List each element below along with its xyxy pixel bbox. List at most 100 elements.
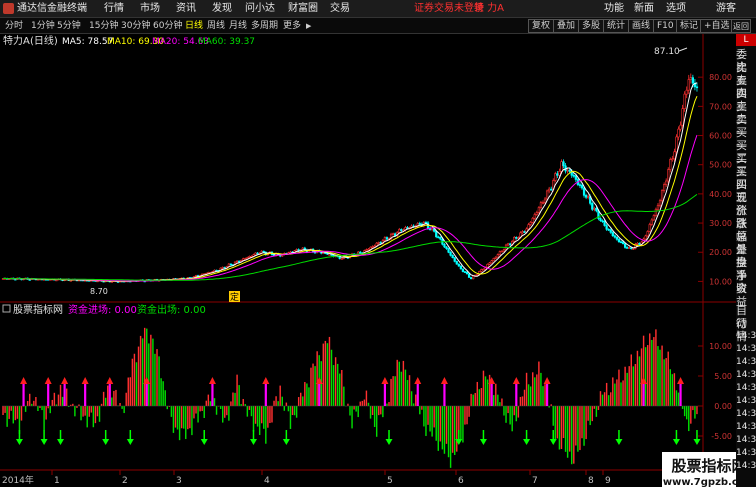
candle-body — [371, 246, 374, 248]
menu-item-2[interactable]: 资讯 — [176, 0, 196, 18]
sell-arrow-icon — [282, 439, 290, 445]
top-menu-0[interactable]: 功能 — [604, 0, 624, 18]
year-label: 2014年 — [2, 474, 34, 486]
candle-body — [365, 249, 368, 251]
candle-body — [459, 265, 462, 270]
period-tab-4[interactable]: 30分钟 — [121, 18, 150, 34]
period-tab-7[interactable]: 周线 — [207, 18, 225, 34]
toolbar-action-5[interactable]: F10 — [653, 19, 678, 33]
indicator-settings-icon[interactable] — [2, 304, 11, 313]
candle-body — [572, 175, 575, 177]
candle-body — [467, 273, 471, 278]
toolbar-action-8[interactable]: 返回 — [731, 19, 751, 33]
candle-body — [584, 195, 588, 198]
toolbar-action-4[interactable]: 画线 — [628, 19, 655, 33]
user-label[interactable]: 游客 — [716, 0, 736, 18]
sell-arrow-icon — [549, 439, 557, 445]
candle-body — [648, 224, 651, 232]
candle-body — [685, 89, 688, 95]
sell-arrow-icon — [479, 439, 487, 445]
period-tab-8[interactable]: 月线 — [229, 18, 247, 34]
toolbar-action-2[interactable]: 多股 — [578, 19, 605, 33]
month-label: 6 — [458, 476, 464, 486]
candle-body — [652, 215, 655, 221]
menu-item-6[interactable]: 交易 — [330, 0, 350, 18]
candle-body — [574, 175, 577, 180]
period-tab-10[interactable]: 更多 — [283, 18, 301, 34]
candle-body — [660, 190, 664, 202]
candle-body — [650, 219, 653, 225]
candle-body — [656, 204, 660, 210]
tick-item-8: 14:35 — [736, 409, 756, 419]
toolbar-action-0[interactable]: 复权 — [528, 19, 555, 33]
period-tab-0[interactable]: 分时 — [5, 18, 23, 34]
period-tab-1[interactable]: 1分钟 — [31, 18, 55, 34]
price-tick-label: 30.00 — [709, 219, 732, 228]
top-menu-2[interactable]: 选项 — [666, 0, 686, 18]
candle-body — [517, 237, 520, 239]
period-tab-6[interactable]: 日线 — [185, 18, 203, 34]
indicator-out-label: 资金出场: 0.00 — [137, 303, 206, 316]
price-tick-label: 50.00 — [709, 161, 732, 170]
buy-arrow-icon — [61, 377, 69, 384]
toolbar-action-3[interactable]: 统计 — [603, 19, 630, 33]
candle-body — [628, 247, 631, 249]
chart-area[interactable]: 特力A (日线) MA5: 78.57MA10: 69.30MA20: 54.6… — [0, 34, 736, 487]
candle-body — [496, 254, 499, 258]
menu-item-4[interactable]: 问小达 — [245, 0, 275, 18]
candle-body — [328, 254, 331, 256]
price-tick-label: 70.00 — [709, 102, 732, 111]
candle-body — [558, 171, 561, 176]
menu-item-3[interactable]: 发现 — [212, 0, 232, 18]
more-arrow-icon[interactable]: ▶ — [306, 18, 311, 34]
period-tab-9[interactable]: 多周期 — [251, 18, 278, 34]
tick-item-6: 14:35 — [736, 383, 756, 393]
candle-body — [623, 243, 627, 248]
toolbar-action-6[interactable]: 标记 — [676, 19, 703, 33]
price-tick-label: 40.00 — [709, 190, 732, 199]
candle-body — [615, 236, 619, 240]
candle-body — [580, 185, 584, 189]
candle-body — [513, 237, 516, 242]
toolbar-action-7[interactable]: +自选 — [700, 19, 734, 33]
sell-arrow-icon — [200, 439, 208, 445]
tick-item-9: 14:35 — [736, 422, 756, 432]
candle-body — [531, 217, 534, 223]
month-label: 3 — [176, 476, 182, 486]
price-tick-label: 10.00 — [709, 277, 732, 286]
period-tab-2[interactable]: 5分钟 — [57, 18, 81, 34]
candle-body — [494, 256, 497, 259]
candle-body — [457, 263, 460, 267]
indicator-tick-label: 5.00 — [714, 372, 732, 381]
app-title: 通达信金融终端 — [17, 3, 87, 14]
candle-body — [609, 229, 612, 233]
candle-body — [451, 255, 454, 259]
toolbar-action-1[interactable]: 叠加 — [553, 19, 580, 33]
candle-body — [683, 93, 686, 109]
menu-item-1[interactable]: 市场 — [140, 0, 160, 18]
indicator-tick-label: -5.00 — [711, 432, 732, 441]
month-label: 2 — [122, 476, 128, 486]
period-tab-3[interactable]: 15分钟 — [89, 18, 118, 34]
menu-item-5[interactable]: 财富圈 — [288, 0, 318, 18]
menu-item-0[interactable]: 行情 — [104, 0, 124, 18]
candle-body — [593, 207, 596, 210]
ma-legend: MA5: 78.57MA10: 69.30MA20: 54.63MA60: 39… — [62, 37, 255, 47]
candle-body — [486, 263, 489, 268]
sell-arrow-icon — [615, 439, 623, 445]
candle-body — [644, 235, 647, 240]
tick-item-2: 14:34 — [736, 331, 756, 341]
candle-body — [578, 184, 582, 186]
candle-body — [533, 214, 536, 219]
candle-body — [654, 208, 658, 216]
top-menu-1[interactable]: 新面 — [634, 0, 654, 18]
candle-body — [443, 243, 446, 248]
candle-body — [527, 224, 530, 230]
candle-body — [603, 220, 606, 226]
candle-body — [439, 236, 442, 240]
period-tab-5[interactable]: 60分钟 — [153, 18, 182, 34]
period-toolbar: 分时 1分钟 5分钟 15分钟 30分钟 60分钟 日线 周线 月线 多周期 更多 ▶ 复权 叠加 多股统… — [0, 18, 756, 34]
candle-body — [398, 229, 401, 233]
candle-body — [262, 250, 265, 253]
buy-arrow-icon — [20, 377, 28, 384]
